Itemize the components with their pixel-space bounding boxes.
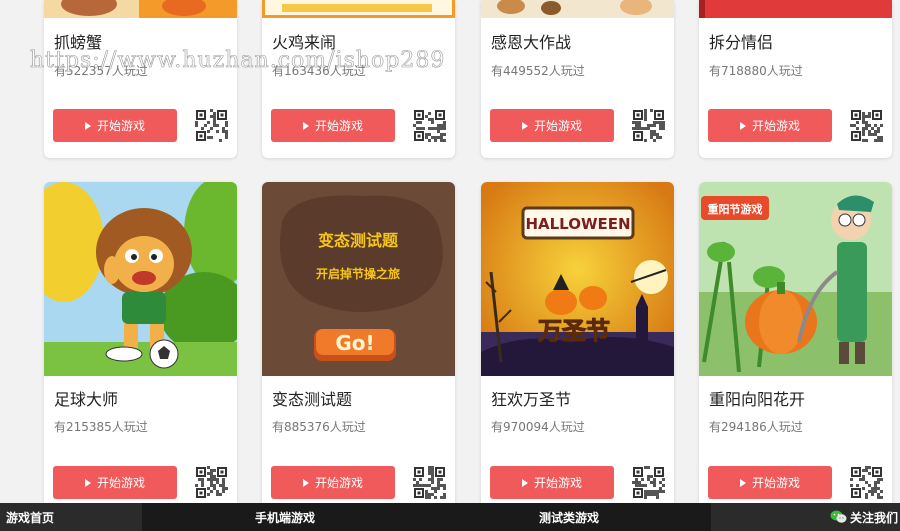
game-play-count: 有718880人玩过 — [709, 64, 803, 78]
crab-game-art — [44, 0, 237, 18]
nav-home-link[interactable]: 游戏首页 — [0, 503, 142, 531]
nav-follow-us-label: 关注我们 — [849, 510, 898, 525]
qr-code-icon[interactable] — [413, 466, 446, 499]
game-play-count: 有522357人玩过 — [54, 64, 148, 78]
game-card[interactable]: 足球大师 有215385人玩过 开始游戏 — [44, 182, 237, 503]
game-thumbnail[interactable] — [699, 0, 892, 18]
game-play-count: 有163436人玩过 — [272, 64, 366, 78]
game-card[interactable]: 火鸡来闹 有163436人玩过 开始游戏 — [262, 0, 455, 158]
couples-game-art — [699, 0, 892, 18]
play-icon — [521, 121, 528, 130]
art-badge: 重阳节游戏 — [708, 202, 763, 216]
nav-follow-us-link[interactable]: 关注我们 — [711, 503, 900, 531]
game-title: 抓螃蟹 — [54, 33, 103, 52]
game-title: 狂欢万圣节 — [491, 390, 572, 409]
game-card[interactable]: 抓螃蟹 有522357人玩过 开始游戏 — [44, 0, 237, 158]
game-thumbnail[interactable]: HALLOWEEN 万圣节 — [481, 182, 674, 376]
game-play-count: 有970094人玩过 — [491, 420, 585, 434]
play-icon — [739, 478, 746, 487]
qr-code-icon[interactable] — [632, 109, 665, 142]
wechat-icon — [830, 510, 847, 523]
game-play-count: 有885376人玩过 — [272, 420, 366, 434]
play-icon — [84, 478, 91, 487]
play-icon — [521, 478, 528, 487]
thanksgiving-game-art — [481, 0, 674, 18]
art-go-button: Go! — [335, 331, 374, 355]
start-game-button[interactable]: 开始游戏 — [490, 466, 614, 499]
game-title: 感恩大作战 — [491, 33, 572, 52]
game-grid: 抓螃蟹 有522357人玩过 开始游戏 火鸡来闹 有163436人玩过 开始游戏 — [0, 0, 900, 503]
play-icon — [302, 121, 309, 130]
game-thumbnail[interactable]: 重阳节游戏 — [699, 182, 892, 376]
start-game-button[interactable]: 开始游戏 — [490, 109, 614, 142]
game-title: 足球大师 — [54, 390, 119, 409]
nav-test-games-link[interactable]: 测试类游戏 — [539, 503, 599, 531]
play-icon — [302, 478, 309, 487]
game-thumbnail[interactable]: 变态测试题 开启掉节操之旅 Go! — [262, 182, 455, 376]
turkey-game-art — [262, 0, 455, 18]
qr-code-icon[interactable] — [195, 109, 228, 142]
game-play-count: 有294186人玩过 — [709, 420, 803, 434]
crazy-quiz-game-art: 变态测试题 开启掉节操之旅 Go! — [262, 182, 455, 376]
bottom-nav: 游戏首页 手机端游戏 测试类游戏 关注我们 — [0, 503, 900, 531]
game-card[interactable]: 拆分情侣 有718880人玩过 开始游戏 — [699, 0, 892, 158]
halloween-game-art: HALLOWEEN 万圣节 — [481, 182, 674, 376]
play-icon — [739, 121, 746, 130]
qr-code-icon[interactable] — [850, 466, 883, 499]
qr-code-icon[interactable] — [195, 466, 228, 499]
start-game-button[interactable]: 开始游戏 — [271, 109, 395, 142]
nav-mobile-games-link[interactable]: 手机端游戏 — [255, 503, 315, 531]
game-title: 变态测试题 — [272, 390, 353, 409]
game-thumbnail[interactable] — [44, 0, 237, 18]
art-subtitle: 开启掉节操之旅 — [316, 266, 400, 281]
qr-code-icon[interactable] — [632, 466, 665, 499]
start-game-button[interactable]: 开始游戏 — [708, 466, 832, 499]
game-card[interactable]: HALLOWEEN 万圣节 狂欢万圣节 有970094人玩过 开始游戏 — [481, 182, 674, 503]
start-game-button[interactable]: 开始游戏 — [271, 466, 395, 499]
start-game-button[interactable]: 开始游戏 — [53, 466, 177, 499]
game-card[interactable]: 感恩大作战 有449552人玩过 开始游戏 — [481, 0, 674, 158]
start-game-button[interactable]: 开始游戏 — [53, 109, 177, 142]
art-title: HALLOWEEN — [525, 215, 630, 233]
soccer-lion-game-art — [44, 182, 237, 376]
play-icon — [84, 121, 91, 130]
double-ninth-game-art: 重阳节游戏 — [699, 182, 892, 376]
game-title: 重阳向阳花开 — [709, 390, 806, 409]
game-card[interactable]: 重阳节游戏 重阳向阳花开 有294186人玩过 开始游戏 — [699, 182, 892, 503]
art-subtitle: 万圣节 — [538, 317, 610, 345]
game-title: 火鸡来闹 — [272, 33, 337, 52]
qr-code-icon[interactable] — [850, 109, 883, 142]
game-thumbnail[interactable] — [481, 0, 674, 18]
game-title: 拆分情侣 — [709, 33, 774, 52]
art-title: 变态测试题 — [318, 231, 399, 250]
qr-code-icon[interactable] — [413, 109, 446, 142]
game-card[interactable]: 变态测试题 开启掉节操之旅 Go! 变态测试题 有885376人玩过 开始游戏 — [262, 182, 455, 503]
game-thumbnail[interactable] — [262, 0, 455, 18]
game-play-count: 有215385人玩过 — [54, 420, 148, 434]
start-game-button[interactable]: 开始游戏 — [708, 109, 832, 142]
game-play-count: 有449552人玩过 — [491, 64, 585, 78]
game-thumbnail[interactable] — [44, 182, 237, 376]
